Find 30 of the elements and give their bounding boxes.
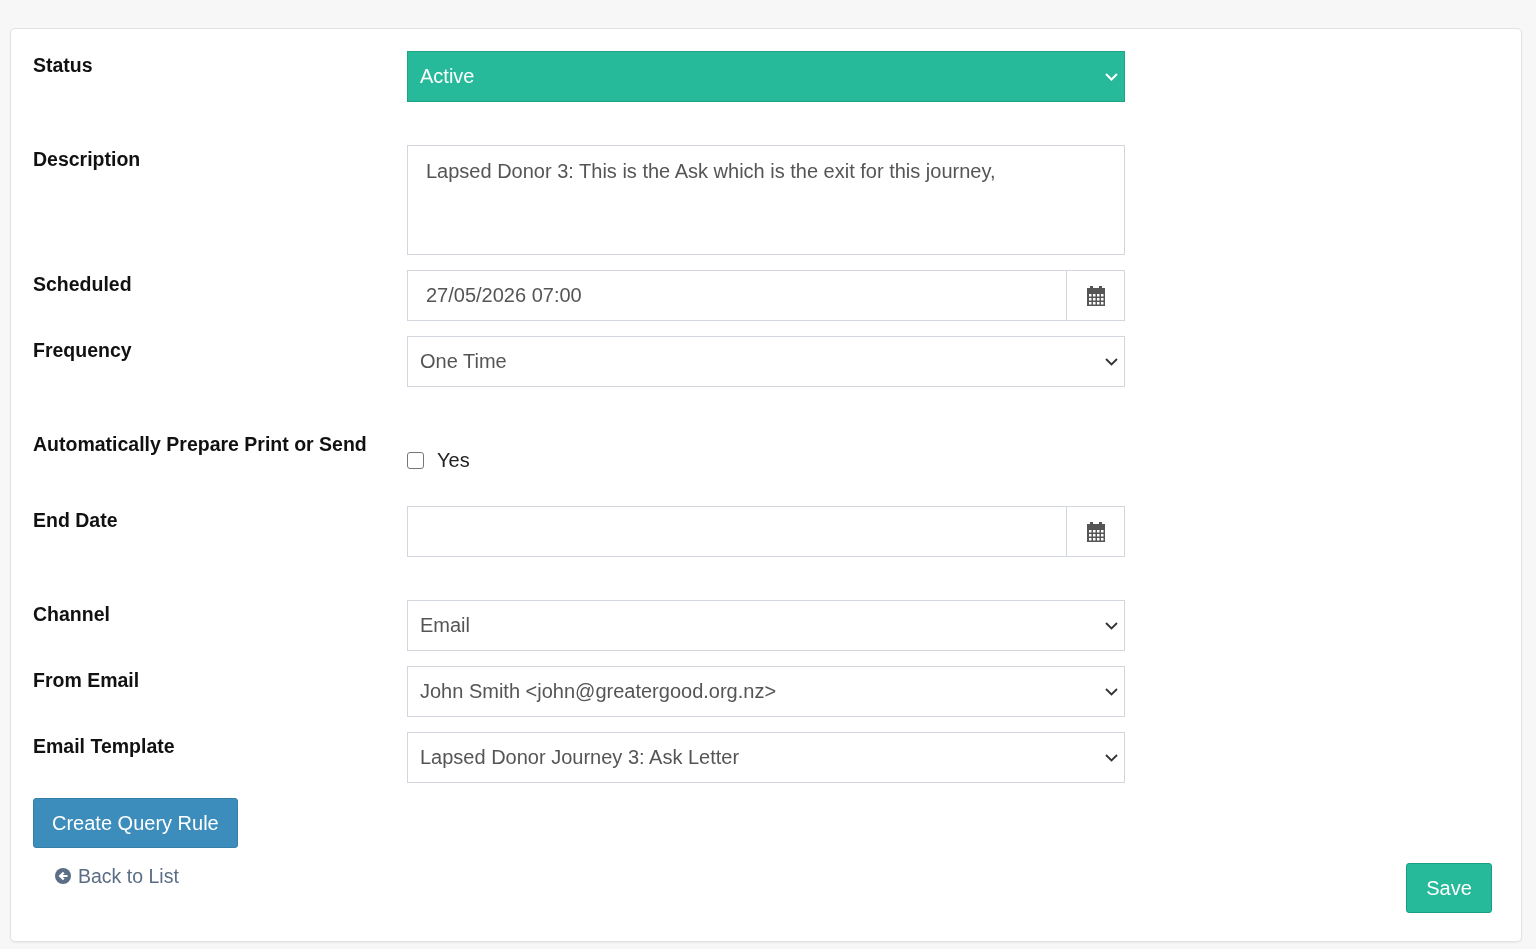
dropdown[interactable]: John Smith <john@greatergood.org.nz> [407,666,1125,717]
dropdown[interactable]: One Time [407,336,1125,387]
checkbox[interactable] [407,452,424,469]
field-label: Description [33,147,142,172]
field-label: Scheduled [33,272,133,297]
date-field[interactable] [407,506,1066,557]
calendar-button[interactable] [1066,270,1125,321]
date-field[interactable]: 27/05/2026 07:00 [407,270,1066,321]
calendar-icon [1085,285,1106,306]
chevron-icon [1105,621,1118,630]
field-label: Status [33,53,94,78]
create-query-rule-button[interactable]: Create Query Rule [33,798,238,848]
checkbox-label[interactable]: Yes [437,452,470,469]
field-label: End Date [33,508,119,533]
field-label: Automatically Prepare Print or Send [33,432,368,457]
chevron-icon [1105,357,1118,366]
chevron-icon [1105,72,1118,81]
back-link[interactable]: Back to List [55,866,179,886]
field-label: Channel [33,602,111,627]
dropdown[interactable]: Email [407,600,1125,651]
field-label: Frequency [33,338,133,363]
circle-arrow-left-icon [55,868,71,884]
description-field[interactable]: Lapsed Donor 3: This is the Ask which is the exit for this journey, [407,145,1125,255]
calendar-icon [1085,521,1106,542]
calendar-button[interactable] [1066,506,1125,557]
chevron-icon [1105,753,1118,762]
field-label: From Email [33,668,141,693]
dropdown[interactable]: Lapsed Donor Journey 3: Ask Letter [407,732,1125,783]
chevron-icon [1105,687,1118,696]
field-label: Email Template [33,734,176,759]
